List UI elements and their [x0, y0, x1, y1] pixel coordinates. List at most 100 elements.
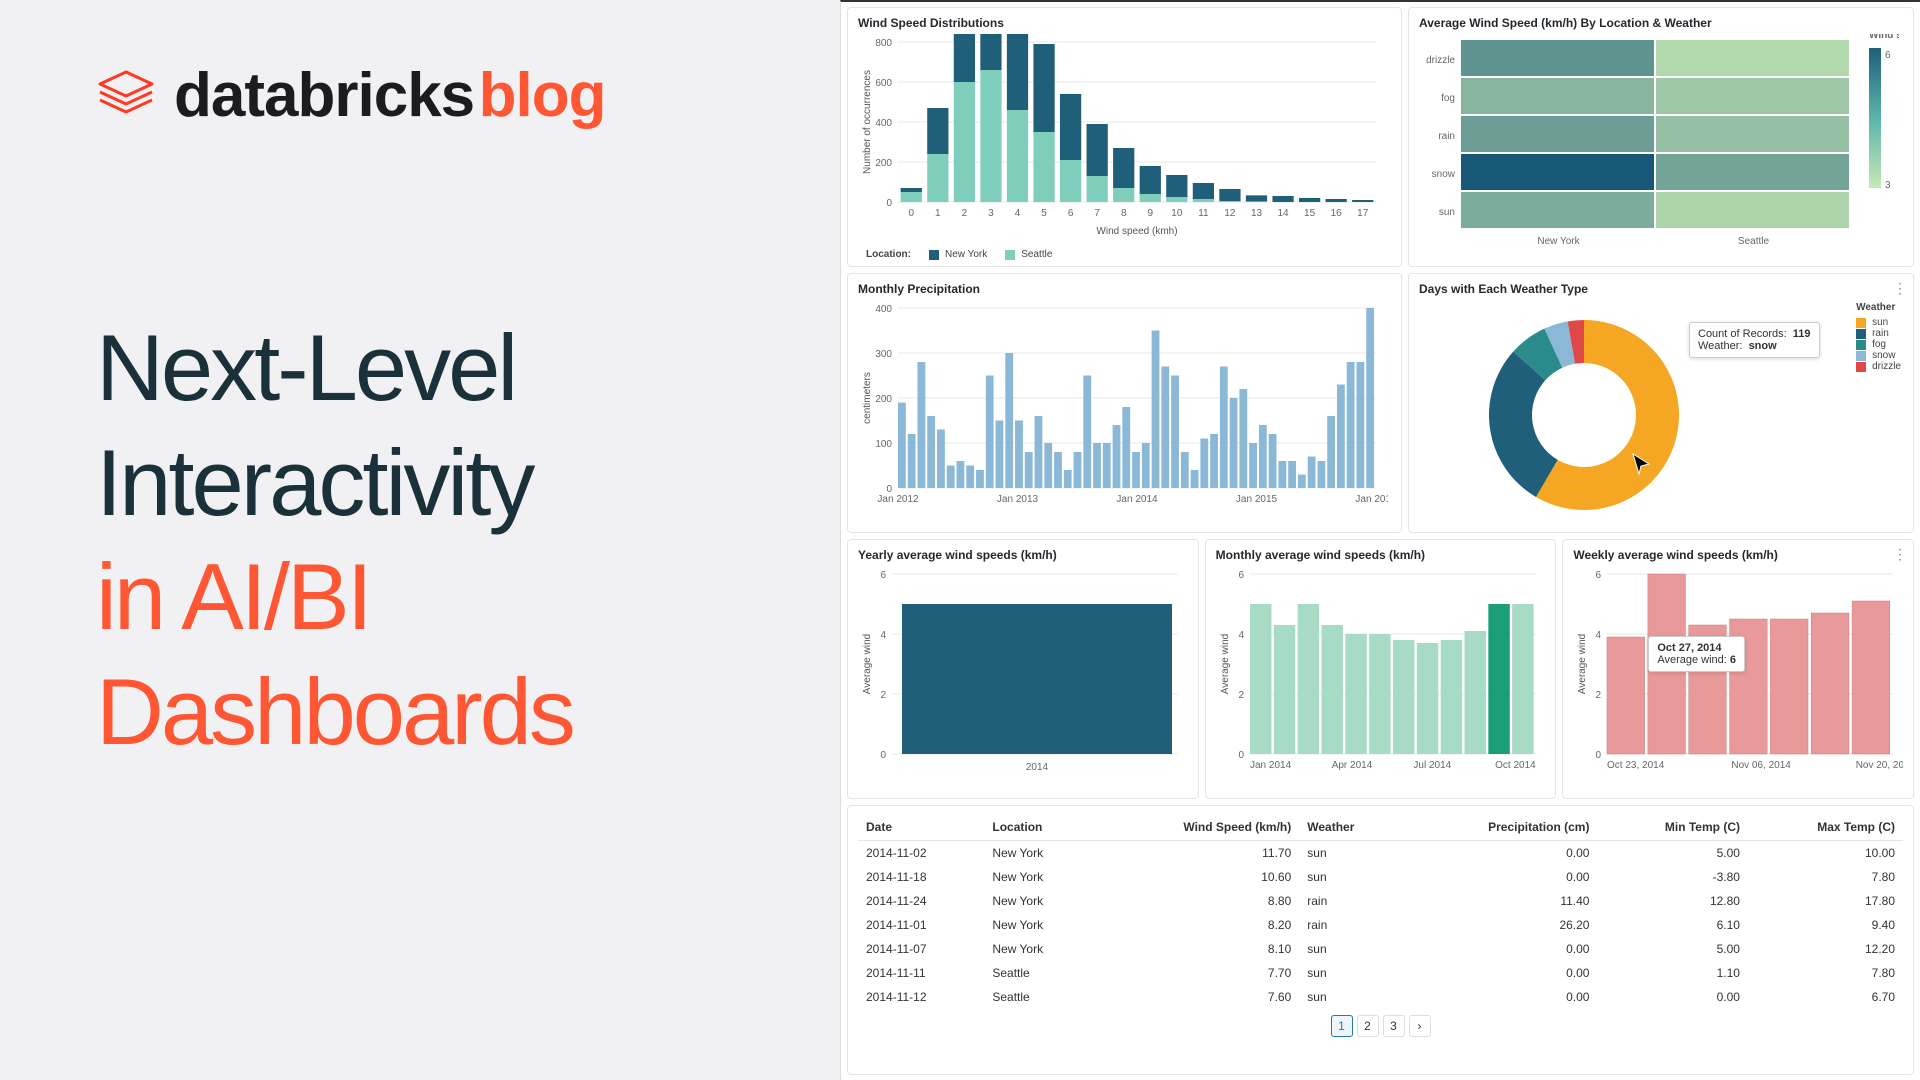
legend-snow[interactable]: snow: [1856, 350, 1901, 361]
svg-text:Jan 2014: Jan 2014: [1250, 760, 1292, 771]
svg-text:800: 800: [875, 38, 892, 49]
legend-sun[interactable]: sun: [1856, 317, 1901, 328]
panel-title: Average Wind Speed (km/h) By Location & …: [1419, 16, 1903, 30]
table-header[interactable]: Min Temp (C): [1597, 814, 1748, 841]
svg-text:0: 0: [880, 750, 886, 761]
svg-text:6: 6: [1885, 50, 1891, 61]
svg-text:0: 0: [1238, 750, 1244, 761]
panel-heatmap: Average Wind Speed (km/h) By Location & …: [1408, 7, 1914, 267]
chart-donut[interactable]: [1469, 300, 1809, 520]
svg-text:200: 200: [875, 394, 892, 405]
svg-text:snow: snow: [1432, 169, 1456, 180]
table-header[interactable]: Weather: [1299, 814, 1403, 841]
headline-line4: Dashboards: [96, 655, 840, 770]
svg-text:drizzle: drizzle: [1426, 55, 1455, 66]
legend-rain[interactable]: rain: [1856, 328, 1901, 339]
svg-text:Oct 2014: Oct 2014: [1495, 760, 1536, 771]
chart-weekly-wind[interactable]: 0 2 4 6 Oct 23, 2014Nov 06, 2014Nov 20, …: [1573, 566, 1903, 786]
svg-text:2: 2: [1596, 690, 1602, 701]
svg-text:Average wind: Average wind: [862, 634, 873, 694]
svg-text:400: 400: [875, 304, 892, 315]
svg-text:10: 10: [1171, 208, 1183, 219]
table-row[interactable]: 2014-11-24New York8.80rain11.4012.8017.8…: [858, 889, 1903, 913]
svg-text:0: 0: [908, 208, 914, 219]
svg-text:6: 6: [1238, 570, 1244, 581]
table-header[interactable]: Max Temp (C): [1748, 814, 1903, 841]
svg-text:14: 14: [1277, 208, 1289, 219]
svg-text:Number of occurrences: Number of occurrences: [862, 70, 873, 174]
panel-menu-icon[interactable]: ⋮: [1893, 546, 1907, 563]
svg-text:Jan 2012: Jan 2012: [877, 494, 919, 505]
headline-line3: in AI/BI: [96, 540, 840, 655]
page-1[interactable]: 1: [1331, 1015, 1353, 1037]
cursor-icon: [1629, 452, 1653, 476]
chart-heatmap[interactable]: drizzlefograinsnowsun New YorkSeattle Wi…: [1419, 34, 1899, 264]
panel-title: Days with Each Weather Type: [1419, 282, 1903, 296]
databricks-logo-icon: [96, 70, 156, 122]
panel-title: Wind Speed Distributions: [858, 16, 1391, 30]
svg-text:Jan 2014: Jan 2014: [1116, 494, 1158, 505]
page-next-icon[interactable]: ›: [1409, 1015, 1431, 1037]
table-row[interactable]: 2014-11-18New York10.60sun0.00-3.807.80: [858, 865, 1903, 889]
table-row[interactable]: 2014-11-01New York8.20rain26.206.109.40: [858, 913, 1903, 937]
panel-yearly-wind: Yearly average wind speeds (km/h) 0 2 4 …: [847, 539, 1199, 799]
svg-text:rain: rain: [1438, 131, 1455, 142]
chart-yearly[interactable]: 0 2 4 6 2014 Average wind: [858, 566, 1188, 786]
panel-weekly-wind: ⋮ Weekly average wind speeds (km/h) 0 2 …: [1562, 539, 1914, 799]
panel-monthly-wind: Monthly average wind speeds (km/h) 0 2 4…: [1205, 539, 1557, 799]
panel-precipitation: Monthly Precipitation 0 100 200 300 400 …: [847, 273, 1402, 533]
svg-text:0: 0: [886, 198, 892, 209]
svg-text:4: 4: [1596, 630, 1602, 641]
page-2[interactable]: 2: [1357, 1015, 1379, 1037]
panel-donut: ⋮ Days with Each Weather Type Weather su…: [1408, 273, 1914, 533]
svg-text:600: 600: [875, 78, 892, 89]
pagination: 1 2 3 ›: [858, 1015, 1903, 1037]
bar-2014[interactable]: [902, 604, 1172, 754]
headline-line2: Interactivity: [96, 426, 840, 541]
chart-precipitation[interactable]: 0 100 200 300 400 Jan 2012Jan 2013Jan 20…: [858, 300, 1388, 525]
svg-text:200: 200: [875, 158, 892, 169]
svg-text:400: 400: [875, 118, 892, 129]
svg-text:2: 2: [962, 208, 968, 219]
svg-text:Average wind: Average wind: [1577, 634, 1588, 694]
svg-text:2014: 2014: [1026, 762, 1049, 773]
dashboard: Wind Speed Distributions 0 200 400 600 8…: [840, 0, 1920, 1080]
panel-data-table: DateLocationWind Speed (km/h)WeatherPrec…: [847, 805, 1914, 1075]
svg-text:Oct 23, 2014: Oct 23, 2014: [1607, 760, 1665, 771]
panel-menu-icon[interactable]: ⋮: [1893, 280, 1907, 297]
svg-text:0: 0: [1596, 750, 1602, 761]
panel-wind-distributions: Wind Speed Distributions 0 200 400 600 8…: [847, 7, 1402, 267]
svg-text:3: 3: [988, 208, 994, 219]
headline-line1: Next-Level: [96, 311, 840, 426]
legend-fog[interactable]: fog: [1856, 339, 1901, 350]
svg-text:4: 4: [880, 630, 886, 641]
svg-text:Seattle: Seattle: [1738, 236, 1770, 247]
svg-text:16: 16: [1331, 208, 1343, 219]
svg-text:2: 2: [880, 690, 886, 701]
chart-monthly-wind[interactable]: 0 2 4 6 Jan 2014Apr 2014Jul 2014Oct 2014…: [1216, 566, 1546, 786]
data-table[interactable]: DateLocationWind Speed (km/h)WeatherPrec…: [858, 814, 1903, 1009]
svg-text:6: 6: [1068, 208, 1074, 219]
table-row[interactable]: 2014-11-07New York8.10sun0.005.0012.20: [858, 937, 1903, 961]
table-header[interactable]: Wind Speed (km/h): [1095, 814, 1300, 841]
table-header[interactable]: Precipitation (cm): [1404, 814, 1598, 841]
chart-wind-distributions[interactable]: 0 200 400 600 800 0123456789101112131415…: [858, 34, 1388, 244]
brand-lockup: databricks blog: [96, 60, 840, 131]
table-row[interactable]: 2014-11-11Seattle7.70sun0.001.107.80: [858, 961, 1903, 985]
svg-text:9: 9: [1147, 208, 1153, 219]
svg-text:fog: fog: [1441, 93, 1455, 104]
page-3[interactable]: 3: [1383, 1015, 1405, 1037]
table-header[interactable]: Location: [984, 814, 1094, 841]
svg-text:sun: sun: [1439, 207, 1455, 218]
svg-text:100: 100: [875, 439, 892, 450]
legend-new-york[interactable]: New York: [929, 249, 987, 260]
legend-drizzle[interactable]: drizzle: [1856, 361, 1901, 372]
legend-seattle[interactable]: Seattle: [1005, 249, 1052, 260]
promo-panel: databricks blog Next-Level Interactivity…: [0, 0, 840, 1080]
panel-title: Monthly Precipitation: [858, 282, 1391, 296]
table-header[interactable]: Date: [858, 814, 984, 841]
table-row[interactable]: 2014-11-12Seattle7.60sun0.000.006.70: [858, 985, 1903, 1009]
svg-text:Jan 2013: Jan 2013: [997, 494, 1039, 505]
table-row[interactable]: 2014-11-02New York11.70sun0.005.0010.00: [858, 841, 1903, 866]
svg-text:4: 4: [1238, 630, 1244, 641]
